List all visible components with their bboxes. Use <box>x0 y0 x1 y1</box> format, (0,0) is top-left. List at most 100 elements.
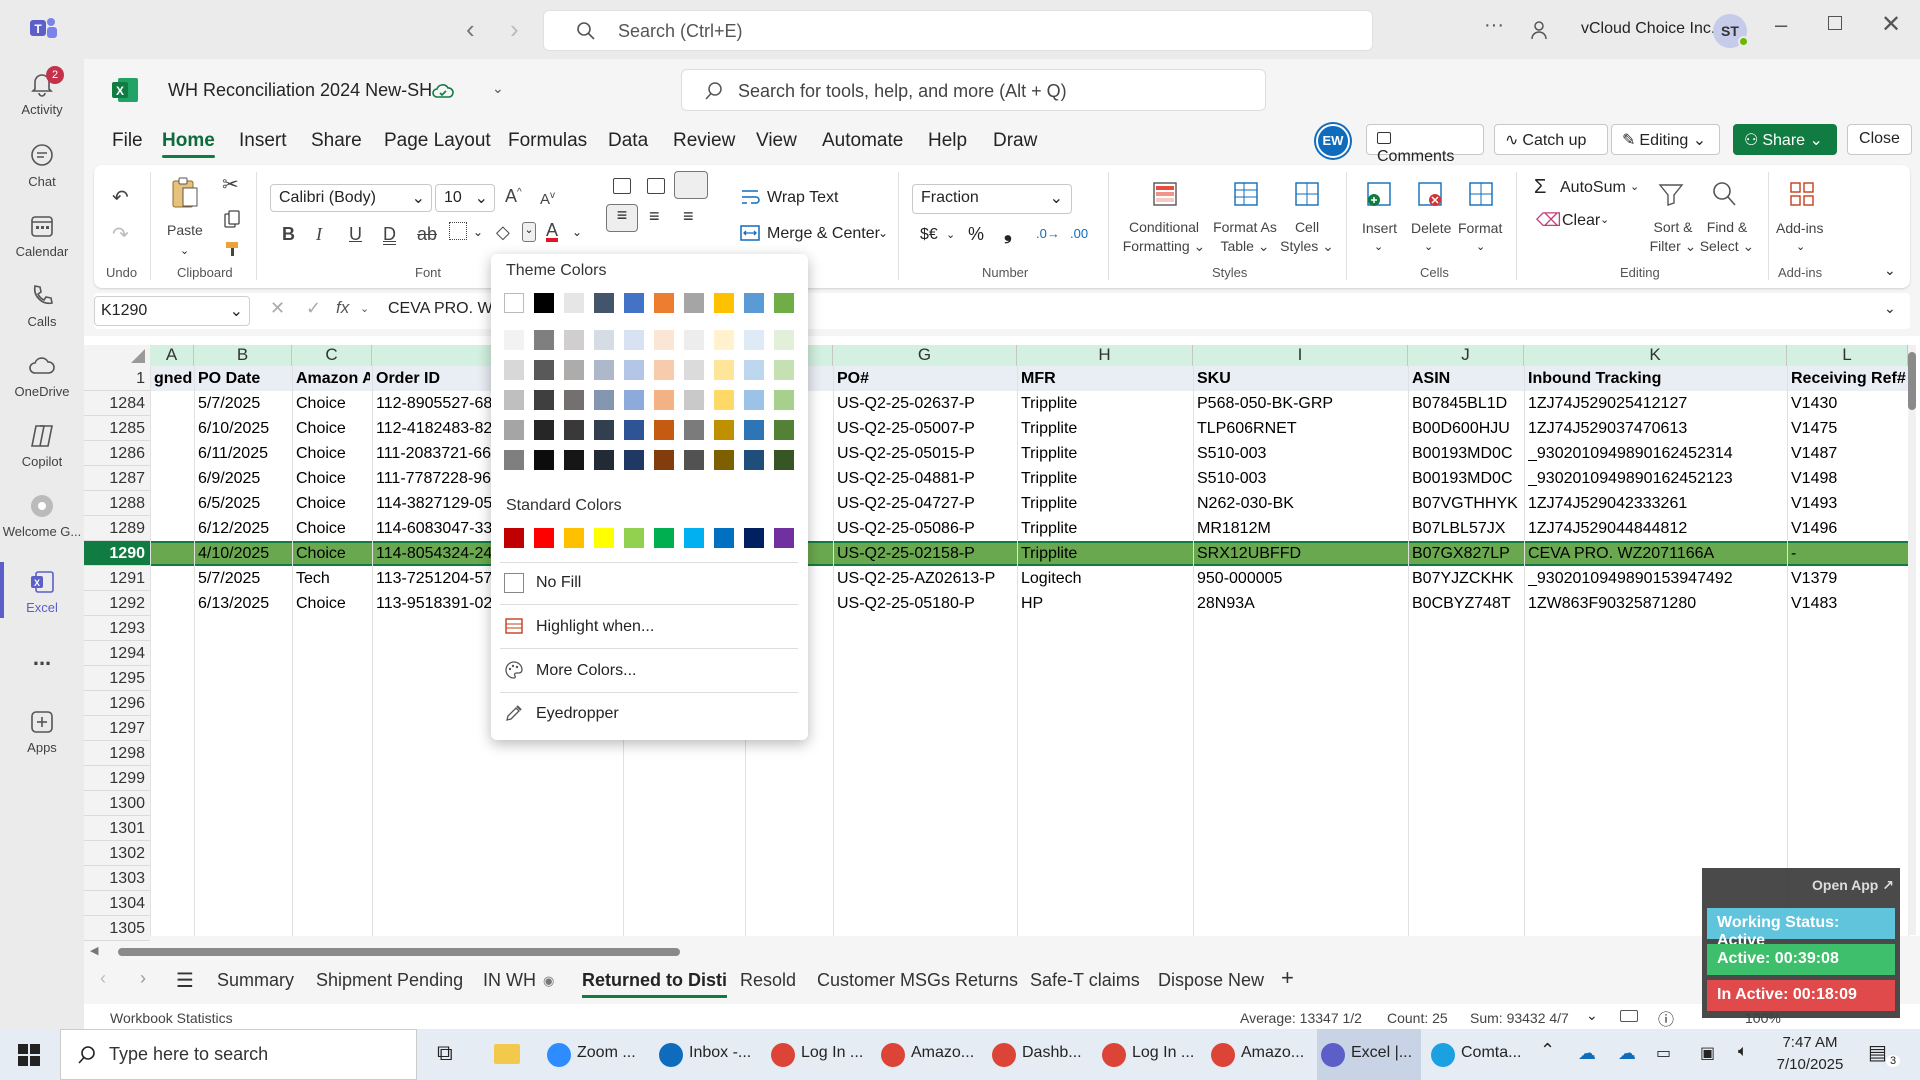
theme-shade-swatch[interactable] <box>624 330 644 350</box>
ribbon-collapse-icon[interactable]: ⌄ <box>1884 262 1896 279</box>
table-cell[interactable]: 5/7/2025 <box>198 391 290 416</box>
table-cell[interactable]: US-Q2-25-05015-P <box>837 441 1015 466</box>
table-cell[interactable]: PO Date <box>198 366 290 391</box>
theme-shade-swatch[interactable] <box>624 390 644 410</box>
table-cell[interactable]: Choice <box>296 391 370 416</box>
theme-color-swatch[interactable] <box>504 293 524 313</box>
table-cell[interactable]: 5/7/2025 <box>198 566 290 591</box>
tab-view[interactable]: View <box>756 130 797 152</box>
table-cell[interactable]: _930201094989016245231​4 <box>1528 441 1785 466</box>
standard-color-swatch[interactable] <box>714 528 734 548</box>
table-cell[interactable]: Choice <box>296 441 370 466</box>
theme-shade-swatch[interactable] <box>744 360 764 380</box>
tab-file[interactable]: File <box>112 130 143 152</box>
table-cell[interactable]: gned T <box>154 366 192 391</box>
table-cell[interactable]: B07YJZCKHK <box>1412 566 1522 591</box>
all-sheets-icon[interactable]: ☰ <box>176 968 194 993</box>
rail-more[interactable]: ... <box>0 645 84 671</box>
fill-color-icon[interactable]: ◇ <box>496 222 510 243</box>
back-arrow-icon[interactable]: ‹ <box>466 14 475 45</box>
theme-shade-swatch[interactable] <box>624 450 644 470</box>
strikethrough-icon[interactable]: ab <box>417 224 437 245</box>
borders-icon[interactable] <box>449 222 467 240</box>
row-header[interactable]: 1303 <box>84 866 150 891</box>
italic-icon[interactable]: I <box>316 224 322 245</box>
rail-copilot[interactable]: Copilot <box>0 422 84 469</box>
align-middle-icon[interactable] <box>647 178 665 194</box>
theme-color-swatch[interactable] <box>684 293 704 313</box>
name-box[interactable]: K1290 ⌄ <box>94 296 250 326</box>
table-cell[interactable]: 950-000005 <box>1197 566 1406 591</box>
vertical-scrollbar-track[interactable] <box>1908 345 1916 935</box>
no-fill-option[interactable]: No Fill <box>536 574 581 592</box>
theme-shade-swatch[interactable] <box>654 420 674 440</box>
restore-icon[interactable] <box>1828 16 1842 30</box>
clear-button[interactable]: Clear <box>1562 212 1600 230</box>
chevron-down-icon[interactable]: ⌄ <box>1374 240 1383 253</box>
row-header[interactable]: 1287 <box>84 466 150 491</box>
confirm-entry-icon[interactable]: ✓ <box>306 298 321 319</box>
table-cell[interactable]: B00193MD0C <box>1412 466 1522 491</box>
theme-shade-swatch[interactable] <box>594 360 614 380</box>
cell-styles-button[interactable]: Cell Styles ⌄ <box>1278 218 1336 256</box>
table-cell[interactable]: 1ZW863F90325871280 <box>1528 591 1785 616</box>
close-button[interactable]: Close <box>1847 124 1912 155</box>
theme-shade-swatch[interactable] <box>654 330 674 350</box>
theme-shade-swatch[interactable] <box>744 330 764 350</box>
formula-content[interactable]: CEVA PRO. WZ <box>388 300 502 318</box>
paste-label[interactable]: Paste <box>167 222 203 238</box>
table-cell[interactable]: US-Q2-25-AZ02613-P <box>837 566 1015 591</box>
volume-icon[interactable]: 🔈︎ <box>1738 1043 1748 1061</box>
double-underline-icon[interactable]: D <box>383 224 396 245</box>
currency-format-button[interactable]: $€ <box>920 226 938 244</box>
align-bottom-icon[interactable] <box>674 171 708 199</box>
row-header[interactable]: 1293 <box>84 616 150 641</box>
theme-shade-swatch[interactable] <box>744 420 764 440</box>
theme-shade-swatch[interactable] <box>654 450 674 470</box>
table-cell[interactable]: 1ZJ74J529025412127 <box>1528 391 1785 416</box>
expand-formula-icon[interactable]: ⌄ <box>1884 300 1896 317</box>
editing-mode-button[interactable]: ✎ Editing ⌄ <box>1611 124 1720 155</box>
row-header[interactable]: 1300 <box>84 791 150 816</box>
theme-shade-swatch[interactable] <box>714 330 734 350</box>
theme-color-swatch[interactable] <box>594 293 614 313</box>
paste-icon[interactable] <box>170 176 200 210</box>
keyboard-icon[interactable] <box>1620 1010 1638 1022</box>
cancel-entry-icon[interactable]: ✕ <box>270 298 285 319</box>
table-cell[interactable]: Tripplite <box>1021 466 1191 491</box>
theme-shade-swatch[interactable] <box>684 360 704 380</box>
task-view-icon[interactable]: ⧉ <box>437 1040 453 1066</box>
theme-shade-swatch[interactable] <box>534 360 554 380</box>
eyedropper-option[interactable]: Eyedropper <box>536 705 619 723</box>
workbook-statistics[interactable]: Workbook Statistics <box>110 1010 233 1026</box>
table-cell[interactable]: Receiving Ref# <box>1791 366 1906 391</box>
chevron-down-icon[interactable]: ⌄ <box>1796 240 1805 253</box>
column-header-h[interactable]: H <box>1017 345 1193 366</box>
table-cell[interactable]: 4/10/2025 <box>198 541 290 566</box>
align-left-icon[interactable]: ≡ <box>606 204 638 232</box>
font-name-dropdown[interactable]: Calibri (Body) ⌄ <box>270 184 432 212</box>
column-header-l[interactable]: L <box>1787 345 1908 366</box>
add-sheet-icon[interactable]: + <box>1281 965 1294 991</box>
column-header-b[interactable]: B <box>194 345 292 366</box>
table-cell[interactable]: US-Q2-25-05180-P <box>837 591 1015 616</box>
chevron-down-icon[interactable]: ⌄ <box>492 80 504 97</box>
theme-color-swatch[interactable] <box>624 293 644 313</box>
theme-shade-swatch[interactable] <box>564 450 584 470</box>
table-cell[interactable]: 6/11/2025 <box>198 441 290 466</box>
row-header[interactable]: 1286 <box>84 441 150 466</box>
chevron-down-icon[interactable]: ⌄ <box>1424 240 1433 253</box>
row-header[interactable]: 1304 <box>84 891 150 916</box>
theme-shade-swatch[interactable] <box>504 420 524 440</box>
rail-onedrive[interactable]: OneDrive <box>0 352 84 399</box>
table-cell[interactable]: Tech <box>296 566 370 591</box>
theme-shade-swatch[interactable] <box>594 450 614 470</box>
theme-shade-swatch[interactable] <box>564 390 584 410</box>
table-cell[interactable]: V1379 <box>1791 566 1906 591</box>
taskbar-app[interactable]: Log In ... <box>1098 1029 1202 1080</box>
increase-font-icon[interactable]: A^ <box>505 186 522 207</box>
theme-shade-swatch[interactable] <box>774 360 794 380</box>
sheet-tab-returned-to-disti[interactable]: Returned to Disti <box>582 970 728 998</box>
column-header-k[interactable]: K <box>1524 345 1787 366</box>
row-header[interactable]: 1288 <box>84 491 150 516</box>
